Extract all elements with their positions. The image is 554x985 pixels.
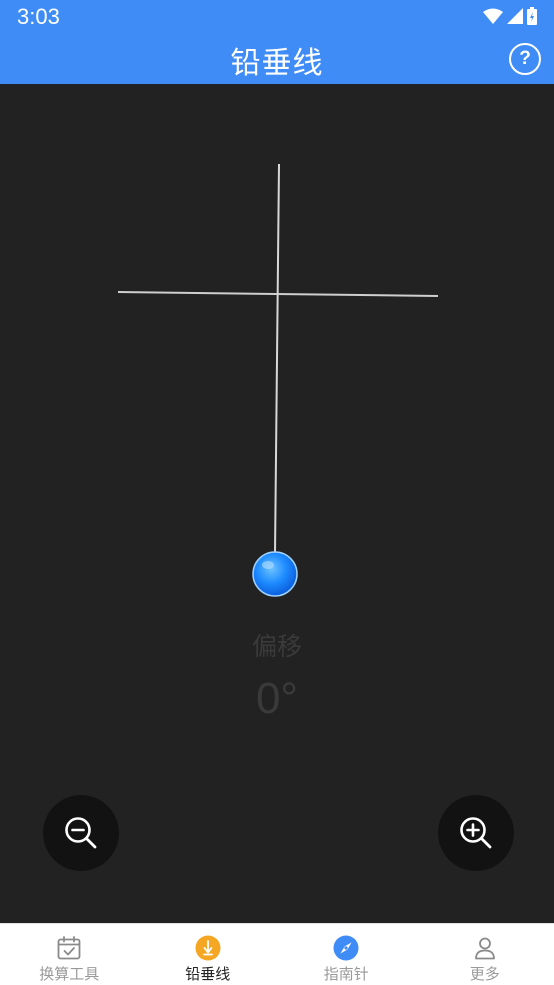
question-circle-icon: ? — [519, 48, 531, 69]
plumb-icon — [195, 935, 221, 961]
battery-icon — [527, 7, 537, 25]
wifi-icon — [483, 8, 503, 24]
signal-icon — [507, 8, 523, 24]
status-icons — [483, 6, 537, 26]
top-bar: 3:03 铅垂线 ? — [0, 0, 554, 84]
help-button[interactable]: ? — [509, 43, 541, 75]
page-title: 铅垂线 — [0, 38, 554, 82]
calendar-check-icon — [56, 935, 82, 961]
nav-label-plumb: 铅垂线 — [185, 963, 230, 984]
nav-label-compass: 指南针 — [324, 963, 369, 984]
nav-item-compass[interactable]: 指南针 — [277, 924, 416, 985]
plumb-bob — [253, 552, 297, 596]
nav-item-convert-tools[interactable]: 换算工具 — [0, 924, 139, 985]
plumb-string — [275, 164, 279, 554]
status-time: 3:03 — [17, 4, 60, 30]
bottom-nav: 换算工具 铅垂线 指南针 更多 — [0, 923, 554, 985]
nav-item-more[interactable]: 更多 — [416, 924, 554, 985]
zoom-out-button[interactable] — [43, 795, 119, 871]
plumb-stage: 偏移 0° — [0, 84, 554, 923]
compass-icon — [333, 935, 359, 961]
nav-label-convert-tools: 换算工具 — [39, 963, 99, 984]
zoom-in-button[interactable] — [438, 795, 514, 871]
zoom-out-icon — [63, 815, 99, 851]
offset-value: 0° — [0, 674, 554, 724]
zoom-in-icon — [458, 815, 494, 851]
nav-label-more: 更多 — [470, 963, 500, 984]
person-icon — [472, 935, 498, 961]
nav-item-plumb[interactable]: 铅垂线 — [139, 924, 278, 985]
offset-label: 偏移 — [0, 627, 554, 663]
